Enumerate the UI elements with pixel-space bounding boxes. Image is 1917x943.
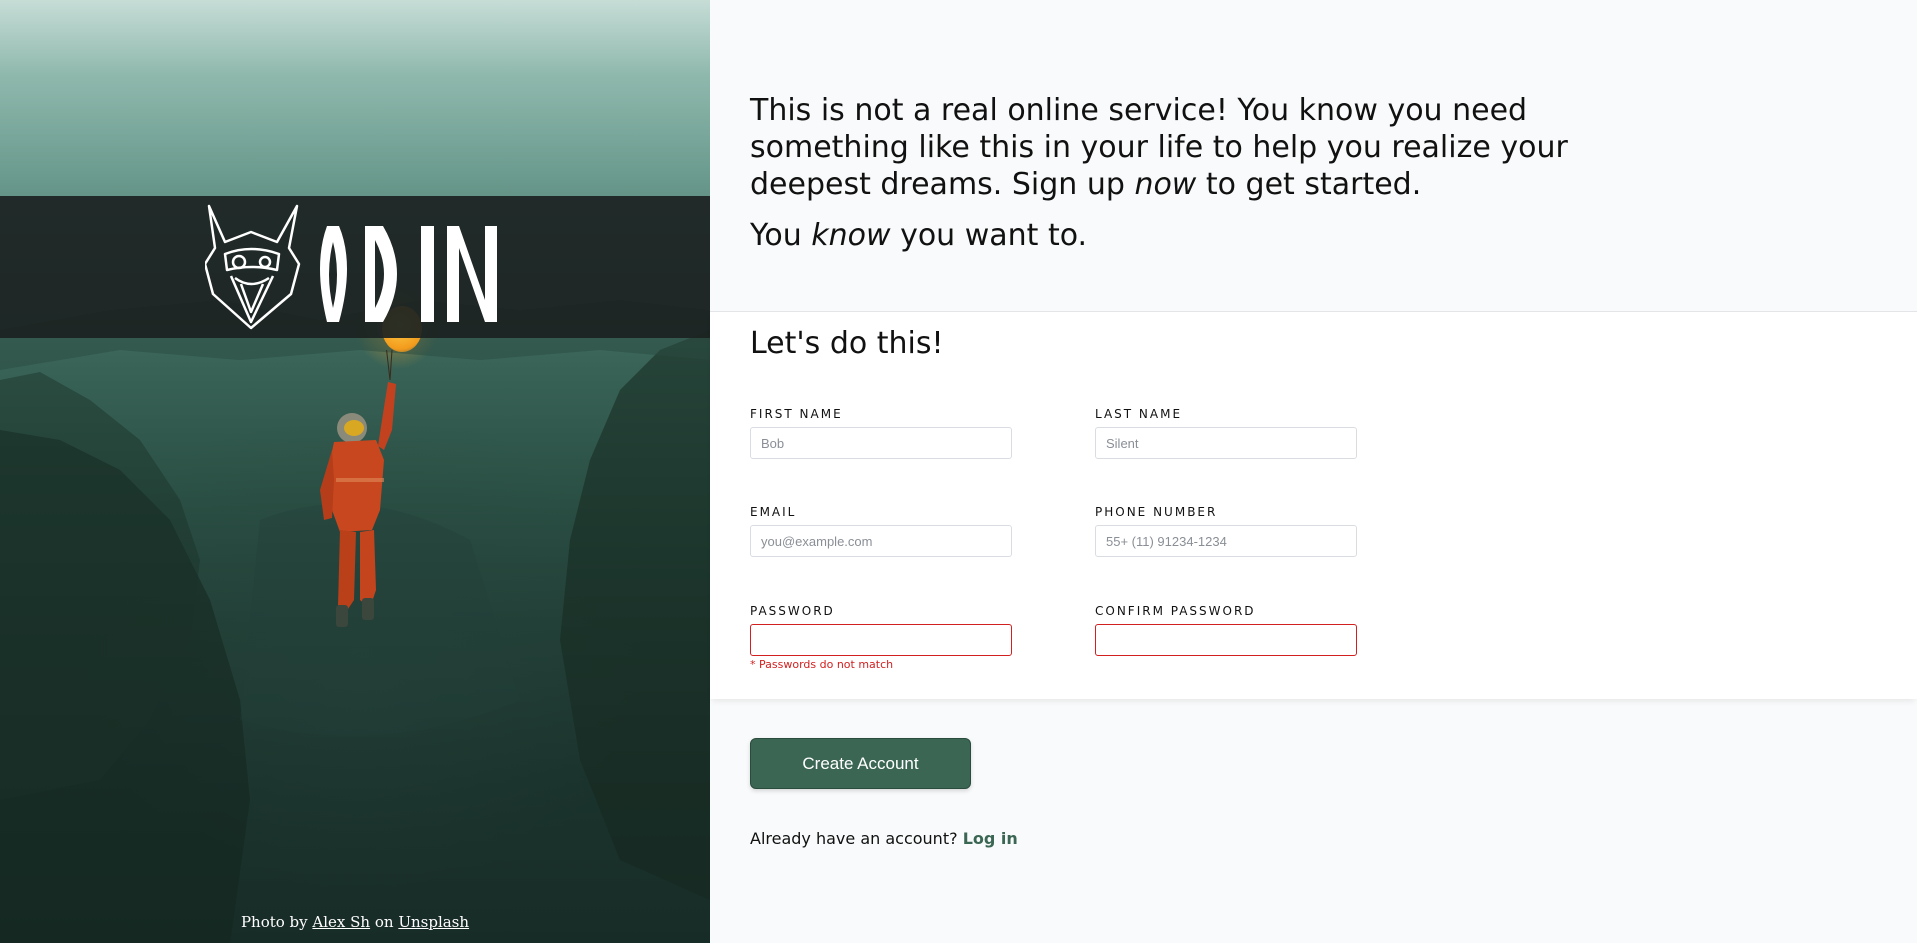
first-name-field-group: FIRST NAME: [750, 407, 1012, 459]
credit-prefix: Photo by: [240, 913, 308, 931]
confirm-password-label: CONFIRM PASSWORD: [1095, 604, 1256, 618]
login-prompt-text: Already have an account?: [750, 829, 958, 848]
signup-panel: This is not a real online service! You k…: [710, 0, 1917, 943]
login-prompt: Already have an account? Log in: [750, 829, 1018, 848]
last-name-field-group: LAST NAME: [1095, 407, 1357, 459]
intro-paragraph-1: This is not a real online service! You k…: [750, 93, 1568, 202]
first-name-input[interactable]: [750, 427, 1012, 459]
last-name-label: LAST NAME: [1095, 407, 1183, 421]
signup-form: Let's do this! FIRST NAME LAST NAME EMAI…: [710, 311, 1917, 699]
password-field-group: PASSWORD * Passwords do not match: [750, 604, 1012, 671]
phone-label: PHONE NUMBER: [1095, 505, 1218, 519]
photo-credit: Photo by Alex Sh on Unsplash: [0, 913, 710, 931]
phone-field-group: PHONE NUMBER: [1095, 505, 1357, 557]
intro-text: This is not a real online service! You k…: [750, 92, 1570, 268]
password-label: PASSWORD: [750, 604, 835, 618]
confirm-password-input[interactable]: [1095, 624, 1357, 656]
password-input[interactable]: [750, 624, 1012, 656]
credit-author-link[interactable]: Alex Sh: [312, 913, 370, 931]
confirm-password-field-group: CONFIRM PASSWORD: [1095, 604, 1357, 656]
astronaut-figure: [320, 350, 396, 627]
odin-logo: [205, 204, 497, 330]
login-link[interactable]: Log in: [963, 829, 1018, 848]
credit-site-link[interactable]: Unsplash: [398, 913, 469, 931]
credit-mid: on: [374, 913, 394, 931]
phone-input[interactable]: [1095, 525, 1357, 557]
intro-paragraph-2: You know you want to.: [750, 218, 1088, 253]
last-name-input[interactable]: [1095, 427, 1357, 459]
password-error-message: * Passwords do not match: [750, 658, 894, 671]
first-name-label: FIRST NAME: [750, 407, 843, 421]
form-title: Let's do this!: [750, 326, 944, 361]
create-account-button[interactable]: Create Account: [750, 738, 971, 789]
email-label: EMAIL: [750, 505, 797, 519]
email-input[interactable]: [750, 525, 1012, 557]
hero-image-panel: Photo by Alex Sh on Unsplash: [0, 0, 710, 943]
email-field-group: EMAIL: [750, 505, 1012, 557]
